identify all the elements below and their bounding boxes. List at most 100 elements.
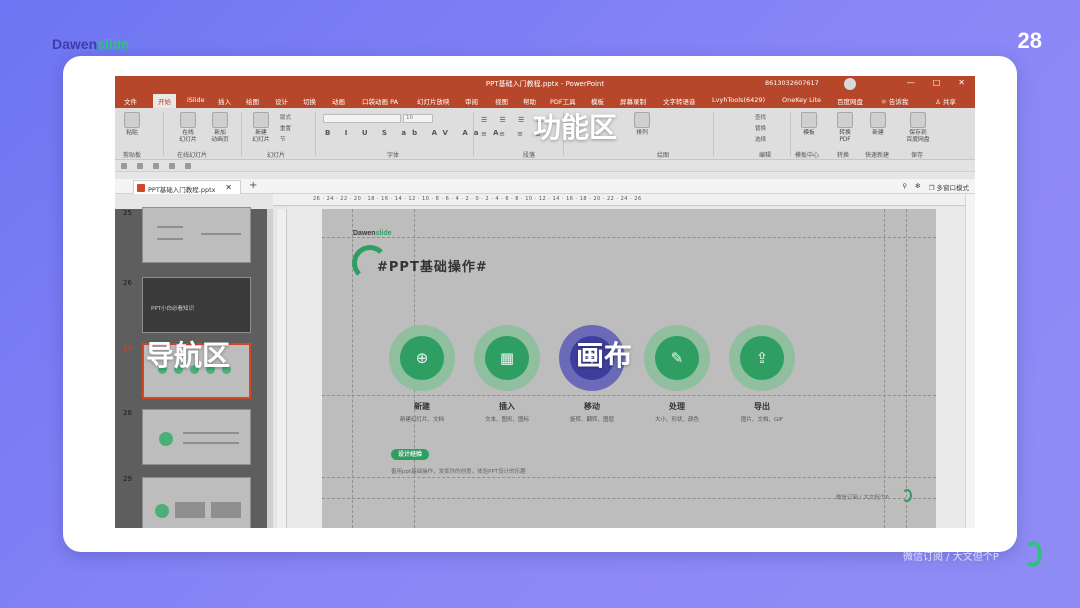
arrange-button[interactable]: 排列	[629, 112, 655, 137]
tab-review[interactable]: 审阅	[465, 96, 478, 106]
layout-button[interactable]: 版式	[280, 113, 291, 121]
nav-scrollbar[interactable]	[267, 209, 273, 528]
customize-toolbar-icon[interactable]	[185, 163, 191, 169]
tab-text-to-speech[interactable]: 文字转语音	[663, 96, 696, 106]
tab-onekey-lite[interactable]: OneKey Lite	[782, 96, 821, 104]
font-name-field[interactable]	[323, 114, 401, 123]
group-label-template-center: 模板中心	[795, 152, 820, 159]
tell-me-search[interactable]: ☼ 告诉我	[881, 96, 908, 106]
reset-button[interactable]: 重置	[280, 124, 291, 132]
undo-icon[interactable]	[137, 163, 143, 169]
feature-circle-new[interactable]: ⊕ 新建 新建幻灯片、文档	[387, 325, 457, 423]
slide-footer-mark	[902, 489, 912, 502]
group-label-save: 保存	[911, 152, 924, 159]
feature-circle-export[interactable]: ⇪ 导出 图片、文档、GIF	[727, 325, 797, 423]
tab-transitions[interactable]: 切换	[303, 96, 316, 106]
quick-new-button[interactable]: 新建	[865, 112, 891, 137]
slide-thumbnail-25[interactable]	[142, 207, 251, 263]
document-tab[interactable]: PPT基础入门教程.pptx ✕	[133, 180, 241, 194]
slide-title: #PPT基础操作#	[377, 260, 488, 275]
brand-logo: Dawenslide	[52, 36, 130, 52]
slide-thumbnail-28[interactable]	[142, 409, 251, 465]
vertical-scrollbar[interactable]	[965, 194, 975, 528]
animation-icon	[212, 112, 228, 128]
slide-number-29: 29	[123, 475, 132, 483]
callout-nav: 导航区	[146, 339, 231, 372]
tab-draw[interactable]: 绘图	[246, 96, 259, 106]
tab-islide[interactable]: iSlide	[187, 96, 205, 104]
avatar[interactable]	[844, 78, 856, 90]
tab-help[interactable]: 帮助	[523, 96, 536, 106]
share-button[interactable]: ♙ 共享	[935, 96, 956, 106]
footer-mark	[1024, 541, 1042, 567]
font-size-field[interactable]: 10	[403, 114, 433, 123]
maximize-button[interactable]: □	[933, 78, 941, 87]
start-slideshow-icon[interactable]	[169, 163, 175, 169]
close-button[interactable]: ✕	[958, 78, 965, 87]
save-to-netdisk-button[interactable]: 保存到 百度网盘	[901, 112, 935, 144]
settings-icon[interactable]: ✻	[915, 182, 920, 192]
tab-pocket-animation[interactable]: 口袋动画 PA	[362, 96, 398, 106]
tab-lvyhtools[interactable]: LvyhTools(6429)	[712, 96, 765, 104]
tab-animations[interactable]: 动画	[332, 96, 345, 106]
select-button[interactable]: 选择	[755, 135, 766, 143]
feature-name: 插入	[499, 402, 515, 411]
paste-button[interactable]: 粘贴	[119, 112, 145, 137]
powerpoint-file-icon	[137, 184, 145, 192]
group-separator	[790, 112, 791, 156]
document-tab-bar: PPT基础入门教程.pptx ✕ + ⚲ ✻ ❐ 多窗口模式	[115, 179, 975, 194]
find-button[interactable]: 查找	[755, 113, 766, 121]
thumb-text-line	[183, 432, 239, 434]
add-icon: ⊕	[400, 336, 444, 380]
group-label-drawing: 绘图	[657, 152, 670, 159]
quick-access-toolbar	[115, 160, 975, 172]
group-separator	[241, 112, 242, 156]
lightbulb-icon: ☼	[881, 98, 889, 106]
save-icon[interactable]	[121, 163, 127, 169]
template-button[interactable]: 模板	[796, 112, 822, 137]
tab-view[interactable]: 视图	[495, 96, 508, 106]
thumb-circle	[159, 432, 173, 446]
feature-circle-insert[interactable]: ▦ 插入 文本、图形、图标	[472, 325, 542, 423]
account-name[interactable]: 8613032607617	[765, 79, 819, 87]
feature-circle-process[interactable]: ✎ 处理 大小、形状、颜色	[642, 325, 712, 423]
replace-button[interactable]: 替换	[755, 124, 766, 132]
slides-icon	[180, 112, 196, 128]
close-tab-icon[interactable]: ✕	[225, 183, 232, 192]
multi-window-mode-toggle[interactable]: ❐ 多窗口模式	[929, 182, 969, 192]
online-slides-button[interactable]: 在线 幻灯片	[175, 112, 201, 144]
new-animation-page-button[interactable]: 新加 动画页	[207, 112, 233, 144]
design-tips-badge: 设计经验	[391, 449, 430, 460]
feature-desc: 新建幻灯片、文档	[399, 417, 444, 423]
font-format-buttons[interactable]: B I U S ab AV Aa A	[325, 129, 504, 137]
slide-thumbnail-29[interactable]	[142, 477, 251, 528]
tab-slideshow[interactable]: 幻灯片放映	[417, 96, 450, 106]
tab-baidu-netdisk[interactable]: 百度网盘	[837, 96, 863, 106]
slide-thumbnail-26[interactable]: PPT小白必看知识	[142, 277, 251, 333]
redo-icon[interactable]	[153, 163, 159, 169]
tab-templates[interactable]: 模板	[591, 96, 604, 106]
feature-name: 移动	[584, 402, 600, 411]
tab-insert[interactable]: 插入	[218, 96, 231, 106]
group-label-convert: 转换	[837, 152, 850, 159]
page-number: 28	[1017, 28, 1042, 53]
title-bar: PPT基础入门教程.pptx - PowerPoint 861303260761…	[115, 76, 975, 92]
group-label-clipboard: 剪贴板	[123, 152, 142, 159]
tab-file[interactable]: 文件	[124, 96, 137, 106]
slide-number-27: 27	[123, 345, 132, 353]
template-icon	[801, 112, 817, 128]
section-button[interactable]: 节	[280, 135, 286, 143]
new-slide-button[interactable]: 新建 幻灯片	[248, 112, 274, 144]
minimize-button[interactable]: —	[907, 78, 915, 87]
pin-icon[interactable]: ⚲	[902, 182, 907, 192]
tab-home[interactable]: 开始	[153, 94, 176, 108]
new-tab-button[interactable]: +	[249, 180, 257, 191]
horizontal-ruler: 26 · 24 · 22 · 20 · 18 · 16 · 14 · 12 · …	[273, 194, 975, 206]
tab-design[interactable]: 设计	[275, 96, 288, 106]
edit-icon: ✎	[655, 336, 699, 380]
person-icon: ♙	[935, 98, 943, 106]
tab-screen-record[interactable]: 屏幕录制	[620, 96, 646, 106]
tab-pdf-tools[interactable]: PDF工具	[550, 96, 576, 106]
convert-pdf-button[interactable]: 转换 PDF	[832, 112, 858, 144]
thumb-block	[211, 502, 241, 518]
